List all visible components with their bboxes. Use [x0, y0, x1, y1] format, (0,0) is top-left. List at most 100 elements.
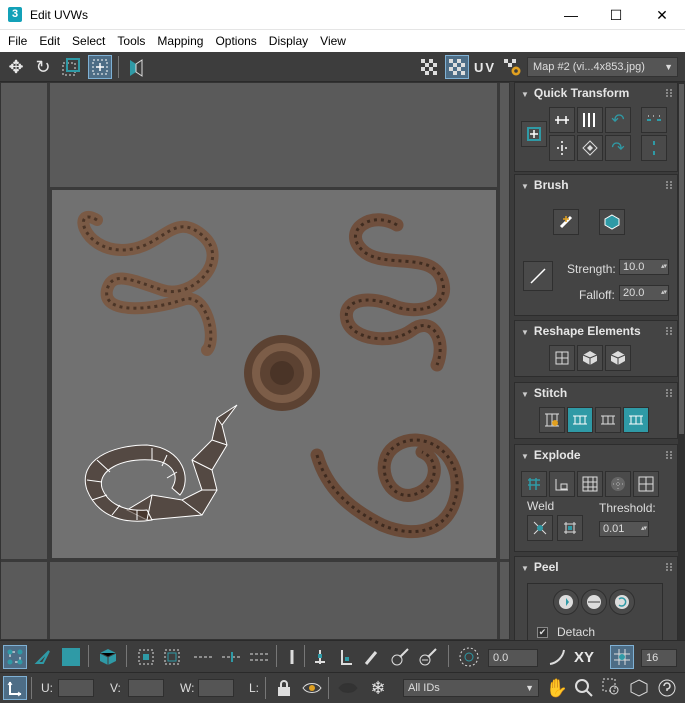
zoom-icon[interactable] — [572, 676, 596, 700]
zoom-extents-icon[interactable] — [627, 676, 651, 700]
curve-icon[interactable] — [545, 645, 569, 669]
space-vertical-button[interactable] — [641, 135, 667, 161]
vertex-select-icon[interactable] — [3, 645, 27, 669]
w-field[interactable] — [198, 679, 234, 697]
paint-select-grow-icon[interactable] — [388, 645, 412, 669]
v-field[interactable] — [128, 679, 164, 697]
align-horizontal-button[interactable] — [549, 107, 575, 133]
quick-transform-header[interactable]: ▼ Quick Transform — [515, 83, 677, 103]
zoom-region-icon[interactable] — [600, 676, 624, 700]
strength-spinner[interactable]: 10.0 — [619, 259, 669, 275]
xy-toggle[interactable]: XY — [572, 645, 596, 669]
flatten-by-polygroups-button[interactable] — [605, 471, 631, 497]
menu-mapping[interactable]: Mapping — [151, 31, 209, 51]
freeze-icon[interactable]: ❄ — [366, 676, 390, 700]
grid-snap-icon[interactable] — [610, 645, 634, 669]
soft-select-icon[interactable] — [308, 645, 332, 669]
threshold-spinner[interactable]: 0.01 — [599, 521, 649, 537]
detach-checkbox[interactable]: ✔ — [537, 627, 548, 638]
relax-brush-button[interactable] — [599, 209, 625, 235]
brush-falloff-curve[interactable] — [523, 261, 553, 291]
panel-scrollbar-thumb[interactable] — [679, 84, 684, 434]
menu-select[interactable]: Select — [66, 31, 111, 51]
loop-shrink-icon[interactable] — [280, 645, 304, 669]
reshape-header[interactable]: ▼ Reshape Elements — [515, 321, 677, 341]
edge-select-icon[interactable] — [31, 645, 55, 669]
soft-select-falloff-icon[interactable] — [334, 645, 358, 669]
relax-settings-button[interactable] — [605, 345, 631, 371]
align-distribute-button[interactable] — [577, 135, 603, 161]
reset-peel-button[interactable] — [609, 589, 635, 615]
uv-viewport[interactable] — [0, 82, 510, 640]
move-icon[interactable]: ✥ — [4, 55, 28, 79]
set-pivot-button[interactable] — [521, 121, 547, 147]
explode-header[interactable]: ▼ Explode — [515, 445, 677, 465]
absolute-offset-icon[interactable] — [3, 676, 27, 700]
weld-selected-button[interactable] — [527, 515, 553, 541]
lock-icon[interactable] — [272, 676, 296, 700]
menu-view[interactable]: View — [314, 31, 352, 51]
mirror-icon[interactable] — [124, 55, 148, 79]
break-by-smoothing-button[interactable] — [549, 471, 575, 497]
show-map-icon[interactable] — [445, 55, 469, 79]
close-button[interactable]: ✕ — [639, 0, 685, 30]
drag-grip-icon[interactable] — [666, 563, 672, 571]
drag-grip-icon[interactable] — [666, 327, 672, 335]
peel-header[interactable]: ▼ Peel — [515, 557, 677, 577]
menu-file[interactable]: File — [2, 31, 33, 51]
relax-button[interactable] — [577, 345, 603, 371]
align-vertical-button[interactable] — [577, 107, 603, 133]
hide-icon[interactable] — [336, 676, 360, 700]
freeform-mode-icon[interactable] — [88, 55, 112, 79]
drag-grip-icon[interactable] — [666, 389, 672, 397]
straighten-button[interactable] — [549, 345, 575, 371]
grid-size-field[interactable]: 16 — [641, 649, 677, 667]
map-settings-icon[interactable] — [500, 55, 524, 79]
menu-display[interactable]: Display — [263, 31, 314, 51]
stitch-to-target-button[interactable] — [567, 407, 593, 433]
element-select-icon[interactable] — [96, 645, 120, 669]
align-to-edge-button[interactable] — [549, 135, 575, 161]
flatten-by-material-button[interactable] — [633, 471, 659, 497]
help-icon[interactable] — [655, 676, 679, 700]
stitch-to-source-button[interactable] — [623, 407, 649, 433]
face-select-icon[interactable] — [59, 645, 83, 669]
weld-all-button[interactable] — [557, 515, 583, 541]
maximize-button[interactable]: ☐ — [593, 0, 639, 30]
break-by-polygroups-button[interactable] — [521, 471, 547, 497]
rotate-icon[interactable]: ↻ — [31, 55, 55, 79]
u-field[interactable] — [58, 679, 94, 697]
drag-grip-icon[interactable] — [666, 181, 672, 189]
rotate-cw-button[interactable]: ↷ — [605, 135, 631, 161]
material-id-dropdown[interactable]: All IDs ▼ — [403, 679, 539, 697]
drag-grip-icon[interactable] — [666, 89, 672, 97]
map-selector-dropdown[interactable]: Map #2 (vi...4x853.jpg) ▼ — [527, 57, 678, 77]
shrink-selection-icon[interactable] — [160, 645, 184, 669]
paint-move-button[interactable] — [553, 209, 579, 235]
grow-selection-icon[interactable] — [134, 645, 158, 669]
falloff-spinner[interactable]: 20.0 — [619, 285, 669, 301]
peel-mode-button[interactable] — [581, 589, 607, 615]
stitch-custom-button[interactable] — [539, 407, 565, 433]
paint-select-icon[interactable] — [360, 645, 384, 669]
rotate-ccw-button[interactable]: ↶ — [605, 107, 631, 133]
uv-toggle[interactable]: UV — [473, 55, 497, 79]
loop-grow-icon[interactable] — [248, 645, 272, 669]
stitch-average-button[interactable] — [595, 407, 621, 433]
menu-options[interactable]: Options — [209, 31, 262, 51]
ring-shrink-icon[interactable] — [220, 645, 244, 669]
scale-icon[interactable] — [59, 55, 83, 79]
brush-header[interactable]: ▼ Brush — [515, 175, 677, 195]
ring-grow-icon[interactable] — [192, 645, 216, 669]
drag-grip-icon[interactable] — [666, 451, 672, 459]
show-hide-icon[interactable] — [300, 676, 324, 700]
space-horizontal-button[interactable] — [641, 107, 667, 133]
menu-edit[interactable]: Edit — [33, 31, 66, 51]
stitch-header[interactable]: ▼ Stitch — [515, 383, 677, 403]
pan-icon[interactable]: ✋ — [545, 676, 569, 700]
rotate-angle-field[interactable]: 0.0 — [488, 649, 538, 667]
minimize-button[interactable]: — — [548, 0, 594, 30]
paint-select-shrink-icon[interactable] — [416, 645, 440, 669]
checker-pattern-icon[interactable] — [417, 55, 441, 79]
break-by-material-button[interactable] — [577, 471, 603, 497]
